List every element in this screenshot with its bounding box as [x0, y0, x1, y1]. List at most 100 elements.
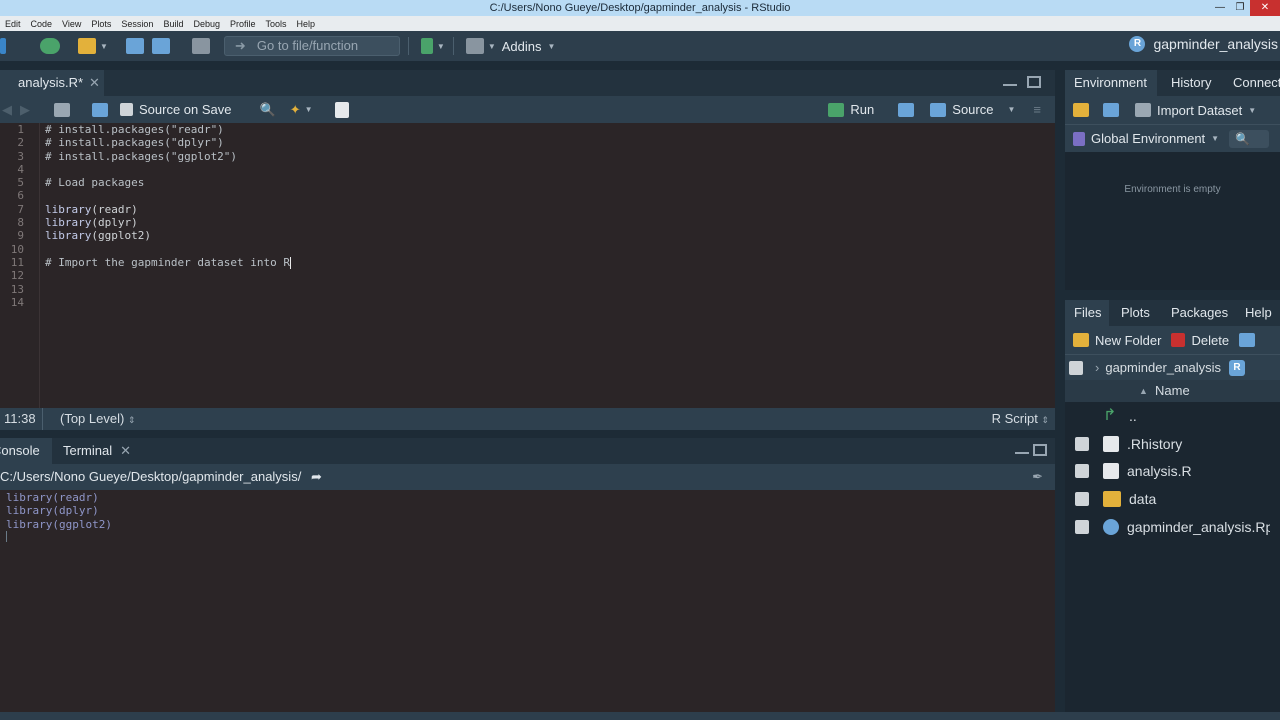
source-on-save-checkbox[interactable]: Source on Save: [114, 102, 232, 117]
file-checkbox[interactable]: [1075, 436, 1089, 451]
checkbox[interactable]: [120, 103, 133, 116]
goto-directory-icon[interactable]: ➦: [311, 469, 322, 484]
menu-tools[interactable]: Tools: [261, 19, 292, 29]
minimize-pane-icon[interactable]: [1015, 446, 1029, 454]
code-editor[interactable]: 1 2 3 4 5 6 7 8 9 10 11 12 13 14 # insta…: [0, 123, 1055, 408]
file-checkbox[interactable]: [1075, 492, 1089, 507]
list-item[interactable]: analysis.R: [1065, 458, 1280, 486]
chevron-down-icon[interactable]: ▼: [437, 42, 445, 51]
file-name[interactable]: analysis.R: [1127, 463, 1192, 479]
global-environment-selector[interactable]: Global Environment ▼: [1073, 131, 1219, 146]
console-line: library(readr): [6, 491, 99, 504]
source-button[interactable]: Source ▼: [930, 102, 1015, 117]
list-item[interactable]: ↱ ..: [1065, 402, 1280, 430]
menu-help[interactable]: Help: [292, 19, 321, 29]
updown-icon: ⇕: [1041, 415, 1049, 425]
menu-code[interactable]: Code: [26, 19, 58, 29]
maximize-pane-icon[interactable]: [1033, 444, 1047, 456]
menu-profile[interactable]: Profile: [225, 19, 261, 29]
tab-connections[interactable]: Connections: [1233, 70, 1280, 96]
file-checkbox[interactable]: [1075, 520, 1089, 535]
maximize-pane-icon[interactable]: [1027, 76, 1041, 88]
file-checkbox[interactable]: [1075, 464, 1089, 479]
tab-terminal[interactable]: Terminal ✕: [55, 438, 131, 464]
tab-packages[interactable]: Packages: [1171, 300, 1228, 326]
delete-button[interactable]: Delete: [1171, 333, 1229, 348]
tab-files[interactable]: Files: [1065, 300, 1109, 326]
menu-plots[interactable]: Plots: [86, 19, 116, 29]
addins-menu[interactable]: Addins: [502, 39, 542, 54]
tab-analysis-r[interactable]: analysis.R* ✕: [0, 70, 104, 96]
magic-wand-icon[interactable]: ✦: [290, 102, 301, 118]
clear-console-icon[interactable]: ✒: [1032, 464, 1043, 490]
chevron-down-icon[interactable]: ▼: [548, 42, 556, 51]
menu-view[interactable]: View: [57, 19, 86, 29]
tab-environment[interactable]: Environment: [1065, 70, 1157, 96]
scope-selector[interactable]: (Top Level) ⇕: [60, 408, 135, 431]
compile-report-icon[interactable]: [334, 101, 349, 118]
environment-search-input[interactable]: 🔍: [1229, 129, 1270, 148]
outline-icon[interactable]: ≡: [1033, 102, 1041, 117]
run-button[interactable]: Run: [828, 102, 874, 117]
chevron-down-icon[interactable]: ▼: [488, 42, 496, 51]
new-project-icon[interactable]: [40, 38, 60, 54]
maximize-icon[interactable]: ❐: [1230, 0, 1250, 16]
menu-session[interactable]: Session: [116, 19, 158, 29]
menu-edit[interactable]: Edit: [0, 19, 26, 29]
chevron-down-icon[interactable]: ▼: [100, 42, 108, 51]
list-item[interactable]: data: [1065, 485, 1280, 513]
goto-file-input[interactable]: Go to file/function: [223, 36, 400, 56]
close-tab-icon[interactable]: ✕: [89, 75, 100, 90]
list-item[interactable]: .Rhistory: [1065, 430, 1280, 458]
files-tabbar: Files Plots Packages Help: [1065, 300, 1280, 326]
tab-help[interactable]: Help: [1245, 300, 1280, 326]
rerun-icon[interactable]: [898, 102, 915, 117]
column-name-header[interactable]: Name: [1155, 380, 1190, 402]
file-type-selector[interactable]: R Script ⇕: [992, 408, 1049, 431]
console-output[interactable]: library(readr) library(dplyr) library(gg…: [0, 490, 1055, 712]
file-name[interactable]: ..: [1129, 408, 1137, 424]
grid-layout-icon[interactable]: [465, 38, 484, 54]
file-name[interactable]: gapminder_analysis.Rproj: [1127, 519, 1270, 535]
chevron-down-icon[interactable]: ▼: [305, 105, 313, 114]
line-number: 14: [10, 295, 24, 309]
rename-icon[interactable]: [1239, 333, 1256, 347]
save-icon[interactable]: [125, 38, 144, 54]
menu-debug[interactable]: Debug: [188, 19, 225, 29]
line-number: 6: [17, 189, 24, 203]
editor-tabbar: analysis.R* ✕: [0, 70, 1055, 96]
code-line: # Load packages: [45, 176, 145, 190]
print-icon[interactable]: [191, 38, 210, 54]
console-prompt[interactable]: [0, 530, 1055, 544]
import-dataset-button[interactable]: Import Dataset ▼: [1135, 103, 1256, 118]
file-name[interactable]: .Rhistory: [1127, 436, 1182, 452]
breadcrumb-folder[interactable]: gapminder_analysis: [1105, 360, 1221, 375]
vcs-icon[interactable]: [420, 38, 433, 54]
minimize-icon[interactable]: —: [1210, 0, 1230, 16]
close-tab-icon[interactable]: ✕: [120, 443, 131, 458]
code-line: # Import the gapminder dataset into R: [45, 255, 292, 269]
list-item[interactable]: gapminder_analysis.Rproj: [1065, 513, 1280, 541]
save-all-icon[interactable]: [151, 38, 170, 54]
minimize-pane-icon[interactable]: [1003, 78, 1017, 86]
tab-console[interactable]: Console: [0, 438, 52, 464]
select-all-checkbox[interactable]: [1069, 360, 1083, 375]
show-in-window-icon[interactable]: [54, 102, 70, 117]
project-menu[interactable]: R gapminder_analysis: [1129, 36, 1278, 52]
new-folder-button[interactable]: New Folder: [1073, 333, 1161, 348]
close-icon[interactable]: ✕: [1250, 0, 1280, 16]
code-line: library(ggplot2): [45, 229, 151, 243]
forward-arrow-icon[interactable]: ▶: [20, 102, 30, 118]
save-icon[interactable]: [92, 102, 108, 117]
file-name[interactable]: data: [1129, 491, 1156, 507]
editor-statusbar: 11:38 (Top Level) ⇕ R Script ⇕: [0, 408, 1055, 430]
search-icon[interactable]: 🔍: [260, 102, 276, 118]
save-workspace-icon[interactable]: [1103, 103, 1119, 117]
tab-plots[interactable]: Plots: [1121, 300, 1150, 326]
new-file-icon[interactable]: [0, 38, 6, 54]
back-arrow-icon[interactable]: ◀: [2, 102, 12, 118]
menu-build[interactable]: Build: [158, 19, 188, 29]
load-workspace-icon[interactable]: [1073, 103, 1089, 117]
open-file-icon[interactable]: [78, 38, 96, 54]
tab-history[interactable]: History: [1171, 70, 1211, 96]
